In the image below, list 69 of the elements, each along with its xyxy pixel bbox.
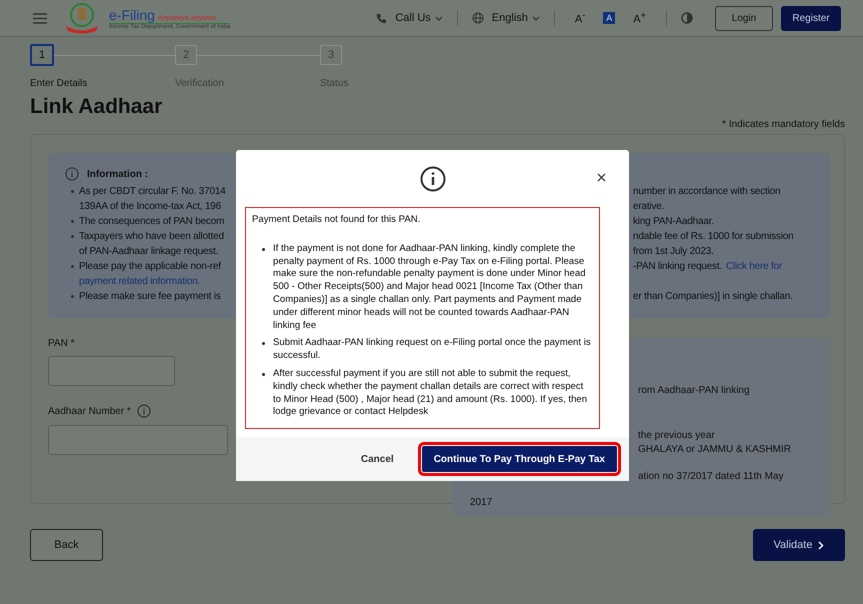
caret-icon: [532, 16, 540, 20]
info-text: Please pay the applicable non-ref: [79, 261, 221, 272]
globe-icon: [472, 12, 484, 24]
step-number: 2: [175, 45, 197, 65]
note-text: ation no 37/2017 dated 11th May: [638, 470, 784, 484]
note-text: the previous year: [638, 428, 716, 442]
message-point: Submit Aadhaar-PAN linking request on e-Filing portal once the payment is successful.: [273, 337, 592, 363]
phone-icon: [376, 12, 388, 24]
info-icon[interactable]: [136, 404, 151, 418]
info-text: Please make sure fee payment is: [79, 291, 221, 302]
bullet-icon: [70, 235, 74, 238]
info-text: Taxpayers who have been allotted: [79, 231, 224, 242]
continue-pay-button[interactable]: Continue To Pay Through E-Pay Tax: [422, 446, 617, 472]
register-button[interactable]: Register: [781, 6, 841, 30]
call-us-dropdown[interactable]: Call Us: [395, 12, 443, 24]
step-label: Verification: [175, 78, 225, 89]
font-size-button[interactable]: A$^{-}$: [572, 10, 588, 26]
cancel-button[interactable]: Cancel: [354, 452, 400, 466]
aadhaar-input[interactable]: [48, 425, 228, 455]
info-text: -PAN linking request.: [633, 261, 722, 272]
click-here-link[interactable]: Click here for: [726, 261, 782, 272]
bullet-icon: [262, 248, 265, 251]
font-size-button[interactable]: A: [603, 12, 616, 24]
pan-label: PAN *: [48, 338, 76, 349]
info-text: The consequences of PAN becom: [79, 216, 224, 227]
message-point: After successful payment if you are still not able to submit the request, kindly check whether the payment challan details are correct with respect to Minor Head (500) , Major head (21) and amount (Rs. 1000). If yes, then lodge grievance or contact Helpdesk: [273, 368, 588, 420]
back-button[interactable]: Back: [30, 529, 103, 561]
bullet-icon: [262, 372, 265, 376]
brand-title: e-Filing: [109, 6, 155, 22]
bullet-icon: [70, 265, 74, 268]
font-size-button[interactable]: A$^{+}$: [631, 10, 648, 26]
step-number: 1: [30, 44, 54, 66]
aadhaar-label: Aadhaar Number *: [48, 406, 131, 416]
bullet-icon: [262, 342, 265, 346]
language-dropdown[interactable]: English: [492, 12, 540, 24]
login-button[interactable]: Login: [715, 6, 773, 30]
note-text: 2017: [470, 496, 494, 510]
caret-icon: [434, 16, 443, 20]
info-text: 139AA of the Income-tax Act, 196: [79, 201, 222, 212]
info-text: As per CBDT circular F. No. 37014: [79, 186, 226, 197]
info-text: erative.: [633, 201, 664, 212]
pan-input[interactable]: [48, 356, 175, 386]
bullet-icon: [70, 220, 74, 223]
info-text: from 1st July 2023.: [633, 246, 714, 257]
menu-icon[interactable]: [33, 12, 47, 24]
emblem-logo: [63, 2, 101, 34]
page-title: Link Aadhaar: [30, 95, 164, 119]
note-text: rom Aadhaar-PAN linking: [638, 384, 751, 398]
step-label: Enter Details: [30, 78, 88, 89]
info-text: number in accordance with section: [633, 186, 780, 197]
info-text: er than Companies)] in single challan.: [633, 291, 793, 302]
message-text: Payment Details not found for this PAN.: [252, 214, 422, 227]
payment-info-link[interactable]: payment related information.: [79, 276, 200, 287]
information-title: Information :: [87, 168, 148, 180]
validate-button[interactable]: Validate: [753, 529, 845, 561]
info-icon: [65, 167, 79, 181]
contrast-icon[interactable]: [681, 12, 693, 24]
info-text: ndable fee of Rs. 1000 for submission: [633, 231, 794, 242]
close-icon[interactable]: [597, 173, 606, 182]
info-text: king PAN-Aadhaar.: [633, 216, 714, 227]
info-text: of PAN-Aadhaar linkage request.: [79, 246, 218, 257]
note-text: GHALAYA or JAMMU & KASHMIR: [638, 443, 792, 457]
bullet-icon: [70, 190, 74, 193]
mandatory-note: * Indicates mandatory fields: [722, 119, 845, 130]
chevron-icon: [818, 540, 824, 550]
message-point: If the payment is not done for Aadhaar-PAN linking, kindly complete the penalty payment of Rs. 1000 through e-Pay Tax on e-Filing portal. Please make sure the non-refundable penalty payment is done under Minor head 500 - Other Receipts(500) and Major head 0021 [Income Tax (Other than Companies)] as a single challan only. Part payments and Payment made under different minor heads will not be counted towards Aadhaar-PAN linking fee: [273, 242, 587, 332]
bullet-icon: [70, 295, 74, 298]
info-icon: [420, 166, 446, 192]
step-label: Status: [320, 78, 350, 89]
